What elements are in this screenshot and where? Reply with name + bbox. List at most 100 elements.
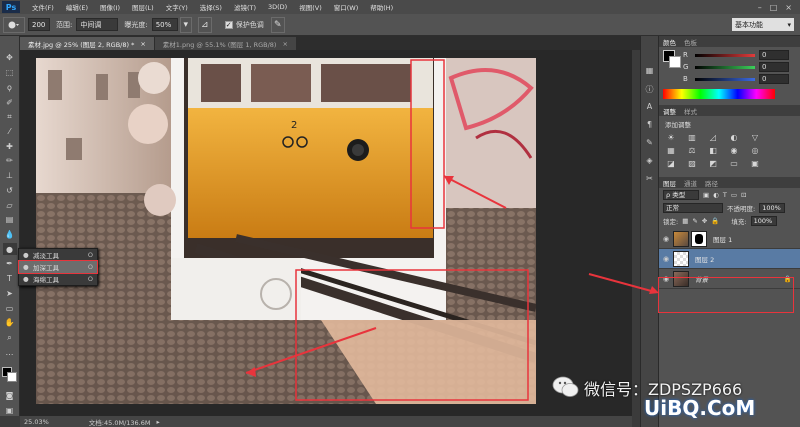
filter-smart-icon[interactable]: ⊡ [741,191,746,199]
crop-tool-icon[interactable]: ⌗ [3,111,17,123]
quick-mask-icon[interactable]: ◙ [3,390,17,402]
tab-layers[interactable]: 图层 [663,178,676,188]
layer-row[interactable]: ◉ 图层 1 [659,229,800,249]
eye-icon[interactable]: ◉ [659,235,673,243]
photo-filter-icon[interactable]: ◉ [728,146,740,156]
chevron-down-icon[interactable]: ▾ [179,16,192,33]
menu-3d[interactable]: 3D(D) [262,3,293,11]
minimize-button[interactable]: – [758,3,762,12]
burn-tool-preset-icon[interactable] [3,16,25,33]
paragraph-panel-icon[interactable]: ¶ [644,120,656,132]
blue-slider-track[interactable] [695,77,755,81]
type-tool-icon[interactable]: T [3,273,17,285]
layer-filter-select[interactable]: ρ 类型 [663,189,699,200]
layer-name[interactable]: 图层 2 [695,254,714,264]
maximize-button[interactable]: □ [770,3,778,12]
filter-pixel-icon[interactable]: ▣ [703,191,709,199]
zoom-tool-icon[interactable]: ⌕ [3,332,17,344]
workspace-select[interactable]: 基本功能 ▾ [732,18,794,31]
menu-edit[interactable]: 编辑(E) [60,2,94,12]
close-icon[interactable]: × [282,40,287,48]
burn-tool-item[interactable]: ● 加深工具 O [18,260,98,274]
lock-transparency-icon[interactable]: ▦ [682,217,688,225]
lock-paint-icon[interactable]: ✎ [692,217,697,225]
menu-view[interactable]: 视图(V) [293,2,328,12]
path-select-tool-icon[interactable]: ➤ [3,288,17,300]
background-color-swatch[interactable] [6,372,17,383]
threshold-icon[interactable]: ◩ [707,159,719,169]
tab-adjustments[interactable]: 调整 [663,106,676,116]
gradient-tool-icon[interactable]: ▤ [3,214,17,226]
curves-icon[interactable]: ◿ [707,133,719,143]
airbrush-icon[interactable]: ⊿ [197,16,212,33]
invert-icon[interactable]: ◪ [665,159,677,169]
screen-mode-icon[interactable]: ▣ [3,404,17,416]
character-panel-icon[interactable]: A [644,102,656,114]
pressure-icon[interactable]: ✎ [270,16,285,33]
document-canvas[interactable]: 2 [36,58,536,404]
opacity-input[interactable]: 100% [759,202,786,213]
filter-adjust-icon[interactable]: ◐ [713,191,719,199]
color-spectrum[interactable] [663,89,775,99]
red-slider-track[interactable] [695,53,755,57]
clone-stamp-tool-icon[interactable]: ⊥ [3,170,17,182]
history-brush-tool-icon[interactable]: ↺ [3,184,17,196]
lock-all-icon[interactable]: 🔒 [711,217,719,225]
tab-styles[interactable]: 样式 [684,106,697,116]
exposure-input[interactable]: 50% [151,18,178,31]
gradient-map-icon[interactable]: ▭ [728,159,740,169]
shape-tool-icon[interactable]: ▭ [3,302,17,314]
layer-row[interactable]: ◉ 图层 2 [659,249,800,269]
background-color-swatch[interactable] [669,56,681,68]
green-slider-track[interactable] [695,65,755,69]
levels-icon[interactable]: ▥ [686,133,698,143]
eye-icon[interactable]: ◉ [659,255,673,263]
filter-shape-icon[interactable]: ▭ [731,191,737,199]
sponge-tool-item[interactable]: ● 海绵工具 O [19,273,97,285]
black-white-icon[interactable]: ◧ [707,146,719,156]
tab-paths[interactable]: 路径 [705,178,718,188]
clone-source-icon[interactable]: ◈ [644,156,656,168]
eraser-tool-icon[interactable]: ▱ [3,199,17,211]
document-tab[interactable]: 素材1.png @ 55.1% (图层 1, RGB/8) × [154,37,296,50]
brush-size-picker[interactable]: 200 [28,18,50,31]
zoom-level[interactable]: 25.03% [24,418,49,426]
pen-tool-icon[interactable]: ✒ [3,258,17,270]
green-value-input[interactable]: 0 [759,62,789,72]
dodge-tool-item[interactable]: ● 减淡工具 O [19,249,97,261]
brightness-contrast-icon[interactable]: ☀ [665,133,677,143]
vibrance-icon[interactable]: ▽ [749,133,761,143]
red-value-input[interactable]: 0 [759,50,789,60]
tool-presets-icon[interactable]: ✂ [644,174,656,186]
layer-name[interactable]: 图层 1 [713,234,732,244]
burn-tool-icon[interactable]: ● [2,243,17,256]
layer-mask-thumbnail[interactable] [691,230,707,247]
move-tool-icon[interactable]: ✥ [3,52,17,64]
posterize-icon[interactable]: ▨ [686,159,698,169]
tab-channels[interactable]: 通道 [684,178,697,188]
lasso-tool-icon[interactable]: ϙ [3,81,17,93]
color-balance-icon[interactable]: ⚖ [686,146,698,156]
range-select[interactable]: 中间调 [76,18,119,31]
eyedropper-tool-icon[interactable]: ⁄ [3,126,17,138]
menu-layer[interactable]: 图层(L) [126,2,160,12]
properties-panel-icon[interactable]: ⓘ [644,84,656,96]
healing-brush-tool-icon[interactable]: ✚ [3,140,17,152]
blur-tool-icon[interactable]: 💧 [3,229,17,241]
tab-color[interactable]: 颜色 [663,37,676,47]
protect-tones-checkbox[interactable]: ✓ [224,20,233,29]
brush-tool-icon[interactable]: ✏ [3,155,17,167]
document-size[interactable]: 文档:45.0M/136.6M [89,417,151,427]
menu-type[interactable]: 文字(Y) [160,2,194,12]
menu-file[interactable]: 文件(F) [26,2,60,12]
menu-window[interactable]: 窗口(W) [328,2,365,12]
close-button[interactable]: × [785,3,792,12]
document-tab[interactable]: 素材.jpg @ 25% (图层 2, RGB/8) * × [20,37,154,50]
filter-type-icon[interactable]: T [723,191,727,199]
menu-select[interactable]: 选择(S) [194,2,228,12]
hand-tool-icon[interactable]: ✋ [3,317,17,329]
history-panel-icon[interactable]: ▦ [644,66,656,78]
chevron-right-icon[interactable]: ▸ [156,418,159,426]
fill-input[interactable]: 100% [750,215,777,226]
blend-mode-select[interactable]: 正常 [663,202,723,213]
